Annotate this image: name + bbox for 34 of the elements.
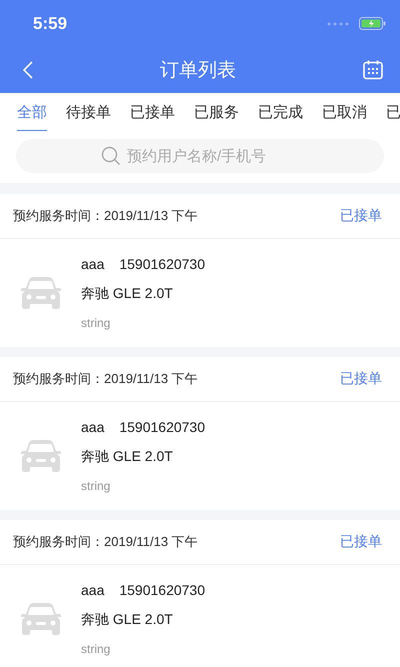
car-model: 奔驰 GLE 2.0T: [81, 448, 174, 466]
car-icon: [20, 276, 62, 310]
customer-name: aaa: [81, 256, 104, 272]
phone-number: 15901620730: [119, 256, 206, 272]
customer-name: aaa: [81, 419, 104, 435]
battery-icon: [359, 17, 386, 30]
car-icon: [20, 602, 62, 636]
appointment-time: 预约服务时间：2019/11/13 下午: [13, 207, 198, 225]
appointment-time: 预约服务时间：2019/11/13 下午: [13, 533, 198, 551]
phone-number: 15901620730: [119, 582, 206, 598]
car-model: 奔驰 GLE 2.0T: [81, 285, 174, 303]
page-title: 订单列表: [160, 59, 236, 83]
filter-tab[interactable]: 待接单: [66, 102, 111, 131]
customer-name: aaa: [81, 582, 104, 598]
filter-tab[interactable]: 已: [386, 102, 400, 131]
order-note: string: [81, 479, 112, 493]
search-icon: [101, 146, 121, 166]
filter-tab[interactable]: 已服务: [194, 102, 239, 131]
order-status: 已接单: [340, 533, 382, 551]
order-status: 已接单: [340, 207, 382, 225]
appointment-time: 预约服务时间：2019/11/13 下午: [13, 370, 198, 388]
search-field[interactable]: 预约用户名称/手机号: [125, 146, 299, 166]
filter-tab[interactable]: 已取消: [322, 102, 367, 131]
order-note: string: [81, 316, 112, 330]
order-status: 已接单: [340, 370, 382, 388]
filter-tab[interactable]: 已完成: [258, 102, 303, 131]
order-note: string: [81, 642, 112, 656]
car-model: 奔驰 GLE 2.0T: [81, 611, 174, 629]
search-bar[interactable]: 预约用户名称/手机号: [16, 139, 384, 173]
phone-number: 15901620730: [119, 419, 206, 435]
signal-icon: [327, 22, 349, 26]
filter-tab[interactable]: 已接单: [130, 102, 175, 131]
status-time: 5:59: [33, 14, 68, 34]
car-icon: [20, 439, 62, 473]
